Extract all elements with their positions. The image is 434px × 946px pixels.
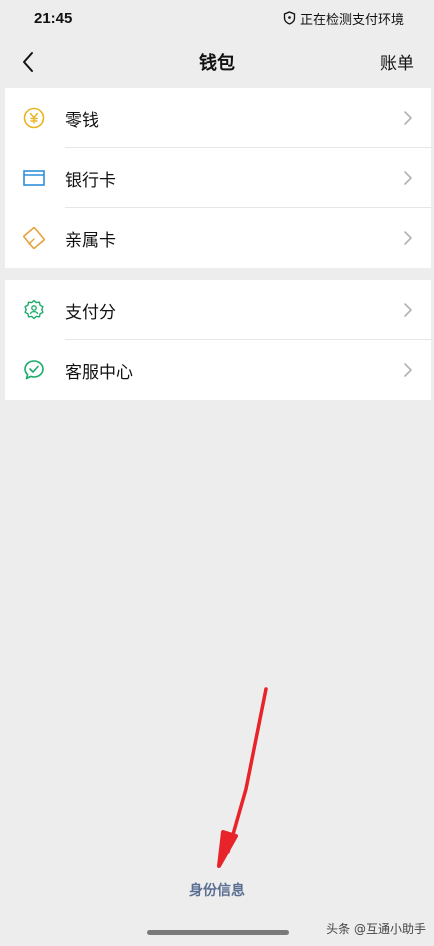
back-button[interactable] bbox=[14, 48, 42, 76]
nav-bar: 钱包 账单 bbox=[0, 36, 434, 88]
menu-item-pay-score[interactable]: 支付分 bbox=[5, 280, 431, 340]
menu-item-label: 客服中心 bbox=[65, 363, 133, 383]
chevron-right-icon bbox=[404, 231, 412, 245]
menu-item-label: 支付分 bbox=[65, 303, 116, 323]
menu-group-secondary: 支付分 客服中心 bbox=[5, 280, 431, 400]
menu-item-customer-service[interactable]: 客服中心 bbox=[5, 340, 431, 400]
status-notice: 正在检测支付环境 bbox=[283, 9, 404, 28]
chevron-left-icon bbox=[23, 52, 33, 72]
yuan-coin-icon bbox=[23, 107, 45, 129]
menu-item-family-card[interactable]: 亲属卡 bbox=[5, 208, 431, 268]
menu-item-label: 亲属卡 bbox=[65, 231, 116, 251]
menu-group-primary: 零钱 银行卡 亲属卡 bbox=[5, 88, 431, 268]
status-notice-text: 正在检测支付环境 bbox=[299, 12, 404, 28]
shield-icon bbox=[283, 11, 296, 25]
identity-info-link[interactable]: 身份信息 bbox=[0, 880, 434, 900]
family-card-icon bbox=[23, 227, 45, 249]
page-title: 钱包 bbox=[199, 53, 235, 74]
bank-card-icon bbox=[23, 170, 45, 186]
wallet-page: 21:45 正在检测支付环境 钱包 账单 零钱 银行卡 亲属卡 支付分 客服中心… bbox=[0, 0, 434, 946]
menu-item-label: 银行卡 bbox=[65, 171, 116, 191]
menu-item-label: 零钱 bbox=[65, 111, 99, 131]
chevron-right-icon bbox=[404, 171, 412, 185]
customer-service-icon bbox=[24, 360, 44, 380]
pay-score-icon bbox=[24, 299, 44, 320]
menu-item-bank-card[interactable]: 银行卡 bbox=[5, 148, 431, 208]
home-indicator[interactable] bbox=[147, 930, 289, 935]
chevron-right-icon bbox=[404, 111, 412, 125]
chevron-right-icon bbox=[404, 303, 412, 317]
status-bar: 21:45 正在检测支付环境 bbox=[0, 0, 434, 36]
status-time: 21:45 bbox=[34, 9, 73, 27]
menu-item-change[interactable]: 零钱 bbox=[5, 88, 431, 148]
chevron-right-icon bbox=[404, 363, 412, 377]
bill-button[interactable]: 账单 bbox=[380, 49, 414, 74]
watermark: 头条 @互通小助手 bbox=[326, 922, 426, 936]
